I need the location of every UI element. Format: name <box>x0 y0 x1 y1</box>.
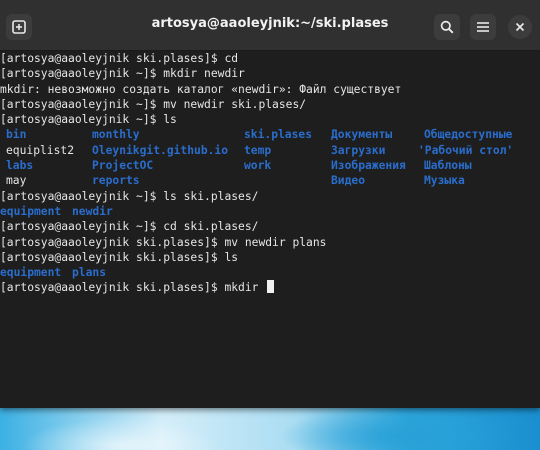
ls-output-row: equipment plans <box>0 265 540 280</box>
ls-entry-directory: Изображения <box>331 159 406 173</box>
ls-entry-directory: temp <box>244 143 272 157</box>
menu-button[interactable] <box>470 14 496 40</box>
terminal-line: [artosya@aaoleyjnik ~]$ mv newdir ski.pl… <box>0 97 307 111</box>
new-tab-button[interactable] <box>6 14 32 40</box>
new-tab-icon <box>12 20 26 34</box>
terminal-line: [artosya@aaoleyjnik ~]$ ls ski.plases/ <box>0 189 259 203</box>
ls-entry-directory: bin <box>6 128 27 142</box>
close-button[interactable] <box>508 15 532 39</box>
close-icon <box>515 22 525 32</box>
terminal-line: [artosya@aaoleyjnik ski.plases]$ mv newd… <box>0 235 327 249</box>
ls-entry-file: equiplist2 <box>6 143 75 157</box>
ls-entry-directory: newdir <box>72 204 113 218</box>
ls-entry-directory: Музыка <box>424 174 465 188</box>
ls-entry-directory: ProjectOC <box>92 159 154 173</box>
error-message-line: mkdir: невозможно создать каталог «newdi… <box>0 82 402 96</box>
ls-output-row: equiplist2 Oleynikgit.github.io temp Заг… <box>0 143 540 158</box>
hamburger-menu-icon <box>477 22 489 32</box>
terminal-line: [artosya@aaoleyjnik ski.plases]$ ls <box>0 250 239 264</box>
ls-entry-directory: plans <box>72 266 107 280</box>
terminal-prompt-line[interactable]: [artosya@aaoleyjnik ski.plases]$ mkdir <box>0 280 540 295</box>
search-icon <box>440 20 454 34</box>
ls-entry-directory: Видео <box>331 174 366 188</box>
ls-entry-directory: ski.plases <box>244 128 313 142</box>
ls-entry-directory: labs <box>6 159 34 173</box>
prompt-text: [artosya@aaoleyjnik ski.plases]$ mkdir <box>0 281 266 295</box>
ls-entry-directory: Документы <box>331 128 393 142</box>
ls-entry-directory: equipment <box>0 266 62 280</box>
text-cursor <box>267 280 275 294</box>
ls-entry-directory: Шаблоны <box>424 159 472 173</box>
title-bar[interactable]: artosya@aaoleyjnik:~/ski.plases <box>0 0 540 51</box>
ls-entry-directory: monthly <box>92 128 140 142</box>
ls-entry-directory: equipment <box>0 204 62 218</box>
terminal-line: [artosya@aaoleyjnik ~]$ cd ski.plases/ <box>0 220 259 234</box>
terminal-line: [artosya@aaoleyjnik ~]$ ls <box>0 113 177 127</box>
ls-output-row: labs ProjectOC work Изображения Шаблоны <box>0 158 540 173</box>
terminal-line: [artosya@aaoleyjnik ~]$ mkdir newdir <box>0 67 245 81</box>
desktop-wallpaper <box>0 406 540 450</box>
terminal-output[interactable]: [artosya@aaoleyjnik ski.plases]$ cd [art… <box>0 51 540 408</box>
ls-entry-directory: reports <box>92 174 140 188</box>
ls-entry-directory: 'Рабочий стол' <box>418 143 514 157</box>
ls-entry-directory: Общедоступные <box>424 128 513 142</box>
ls-output-row: may reports Видео Музыка <box>0 173 540 188</box>
ls-output-row: equipment newdir <box>0 204 540 219</box>
terminal-line: [artosya@aaoleyjnik ski.plases]$ cd <box>0 52 239 65</box>
search-button[interactable] <box>434 14 460 40</box>
terminal-window: artosya@aaoleyjnik:~/ski.plases [artosya… <box>0 0 540 408</box>
ls-entry-directory: work <box>244 159 272 173</box>
ls-output-row: bin monthly ski.plases Документы Общедос… <box>0 127 540 142</box>
ls-entry-directory: Oleynikgit.github.io <box>92 143 229 157</box>
ls-entry-file: may <box>6 174 27 188</box>
ls-entry-directory: Загрузки <box>331 143 386 157</box>
